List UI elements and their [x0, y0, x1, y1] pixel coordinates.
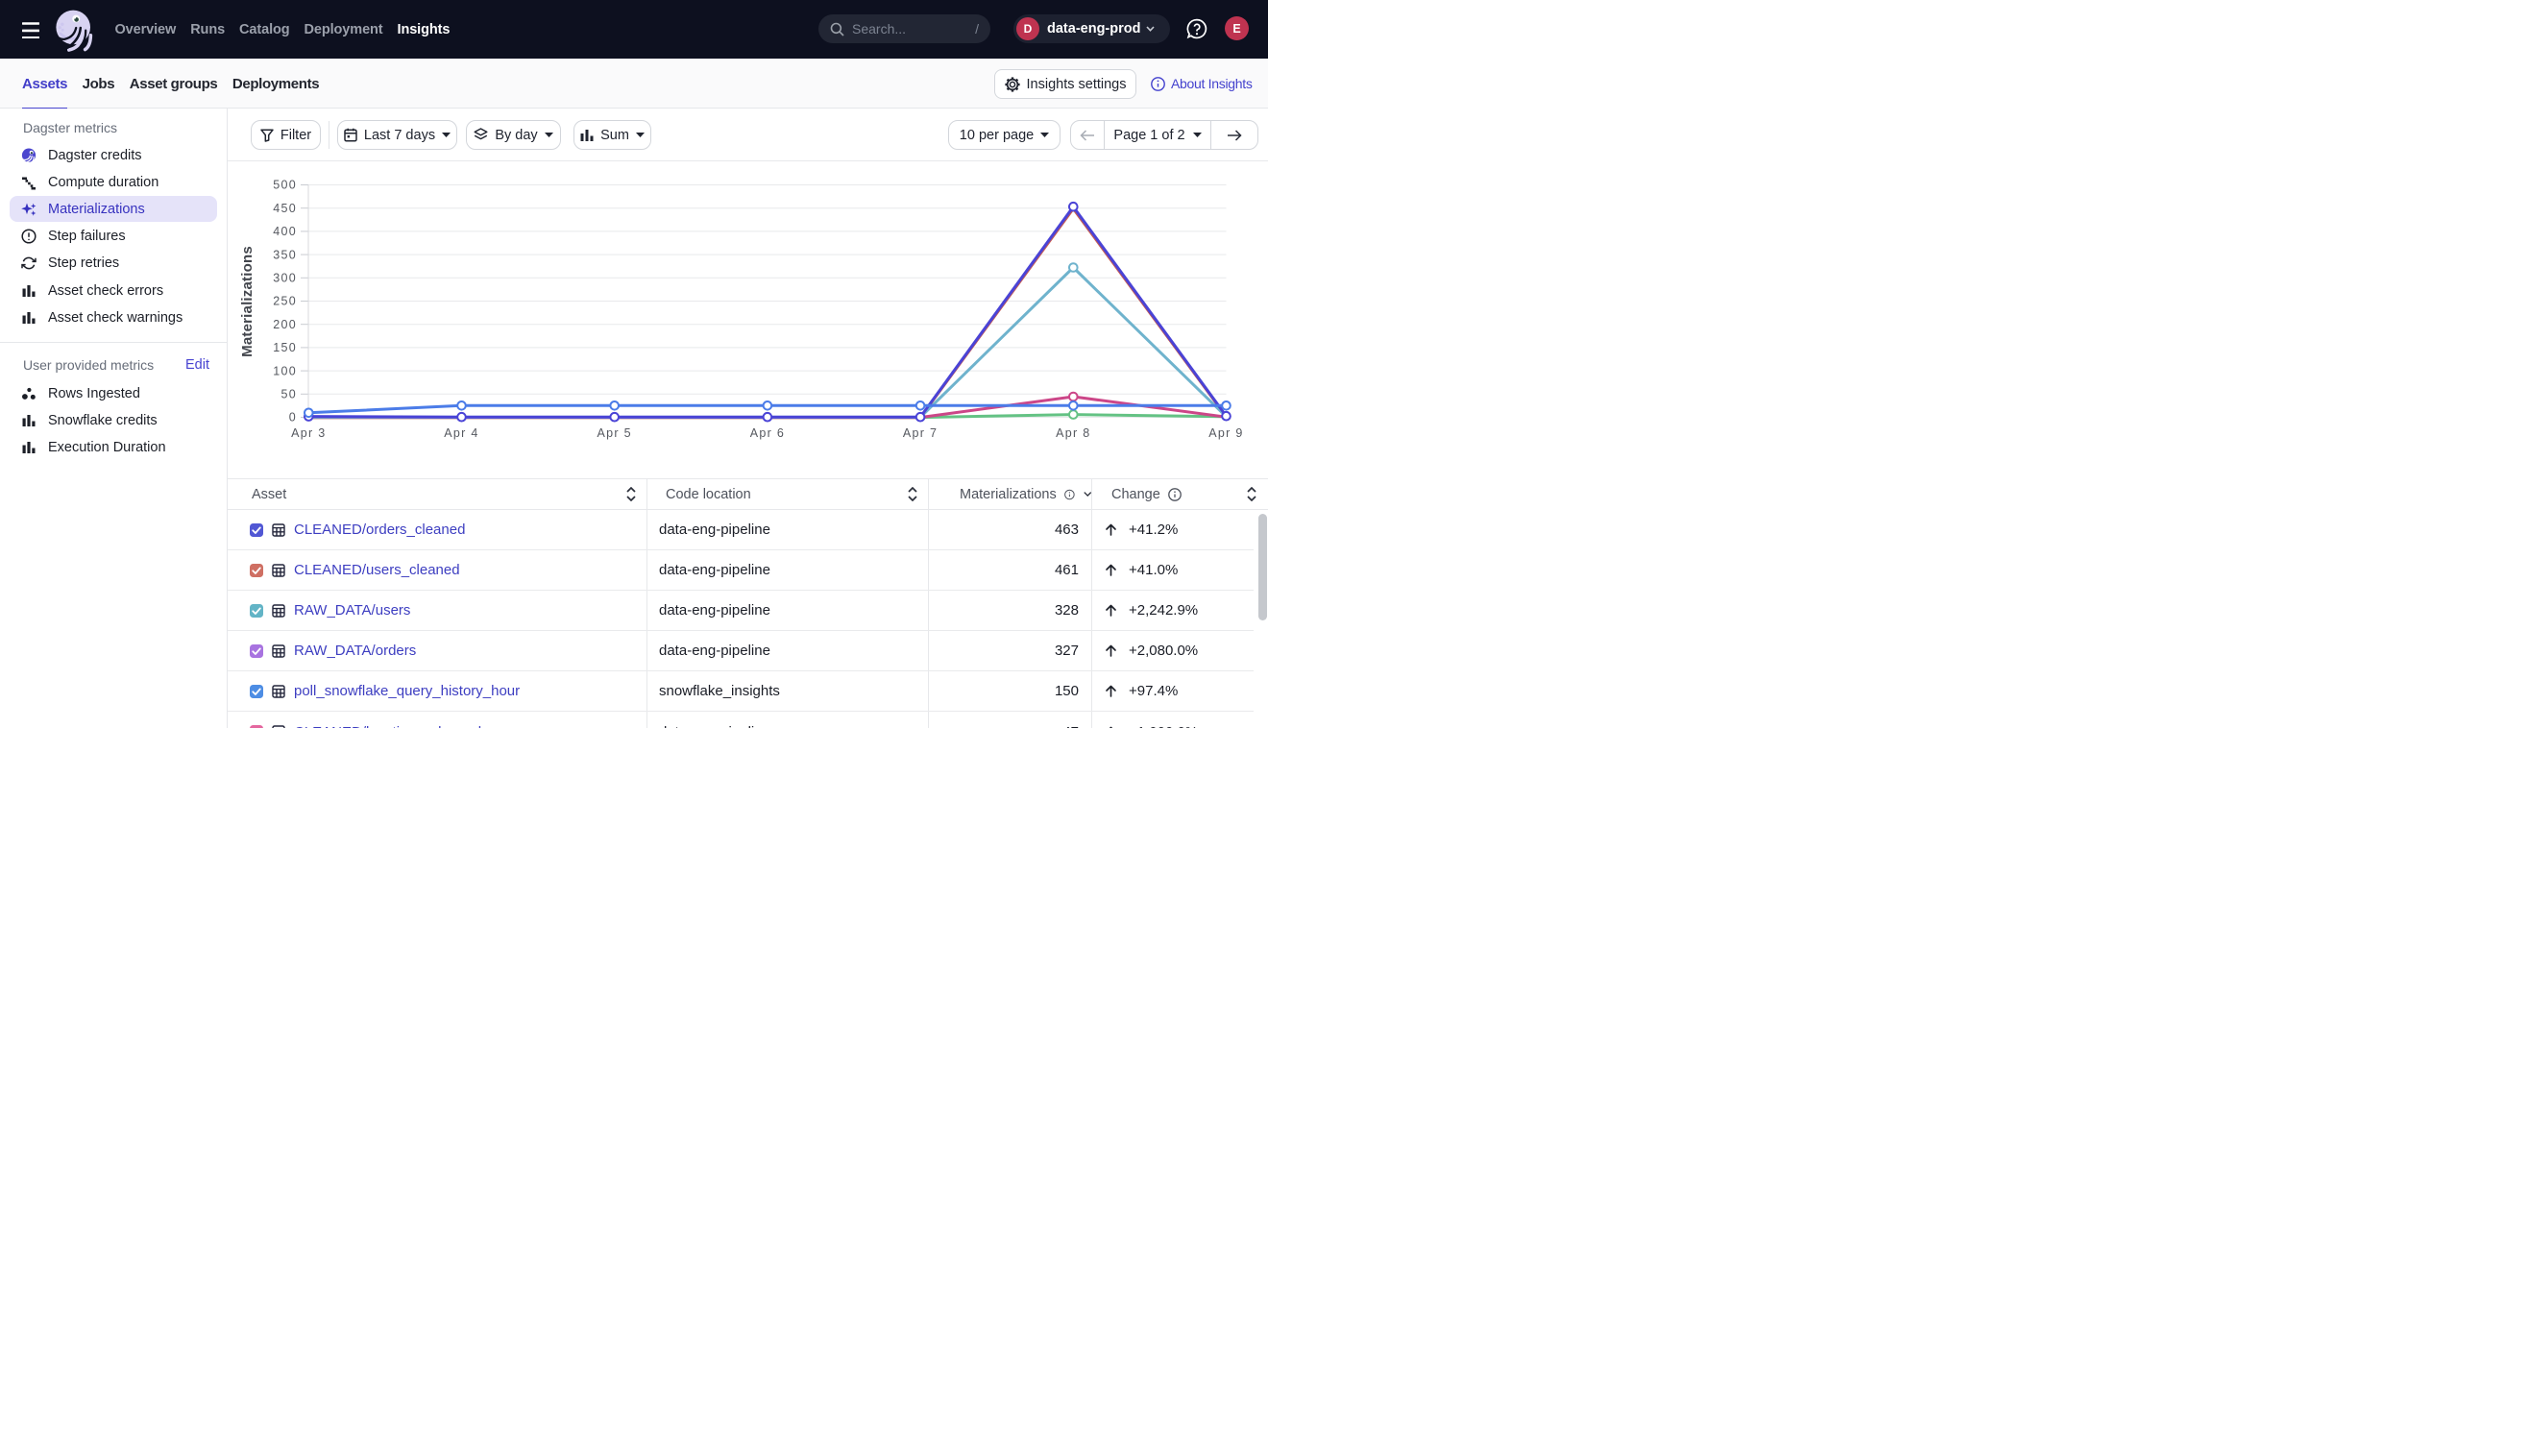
svg-text:50: 50 — [280, 388, 297, 401]
svg-text:450: 450 — [273, 202, 297, 215]
svg-text:Apr 8: Apr 8 — [1056, 426, 1090, 440]
svg-text:100: 100 — [273, 364, 297, 377]
svg-text:Apr 9: Apr 9 — [1208, 426, 1243, 440]
svg-text:300: 300 — [273, 272, 297, 285]
svg-text:250: 250 — [273, 295, 297, 308]
svg-text:0: 0 — [289, 411, 297, 425]
svg-text:Apr 7: Apr 7 — [903, 426, 938, 440]
svg-text:Apr 4: Apr 4 — [444, 426, 478, 440]
svg-text:150: 150 — [273, 341, 297, 354]
svg-text:Apr 3: Apr 3 — [291, 426, 326, 440]
svg-text:350: 350 — [273, 248, 297, 261]
svg-text:Apr 6: Apr 6 — [750, 426, 785, 440]
svg-text:Apr 5: Apr 5 — [597, 426, 632, 440]
svg-text:500: 500 — [273, 179, 297, 192]
svg-text:400: 400 — [273, 225, 297, 238]
svg-text:200: 200 — [273, 318, 297, 331]
svg-text:Materializations: Materializations — [239, 246, 256, 357]
